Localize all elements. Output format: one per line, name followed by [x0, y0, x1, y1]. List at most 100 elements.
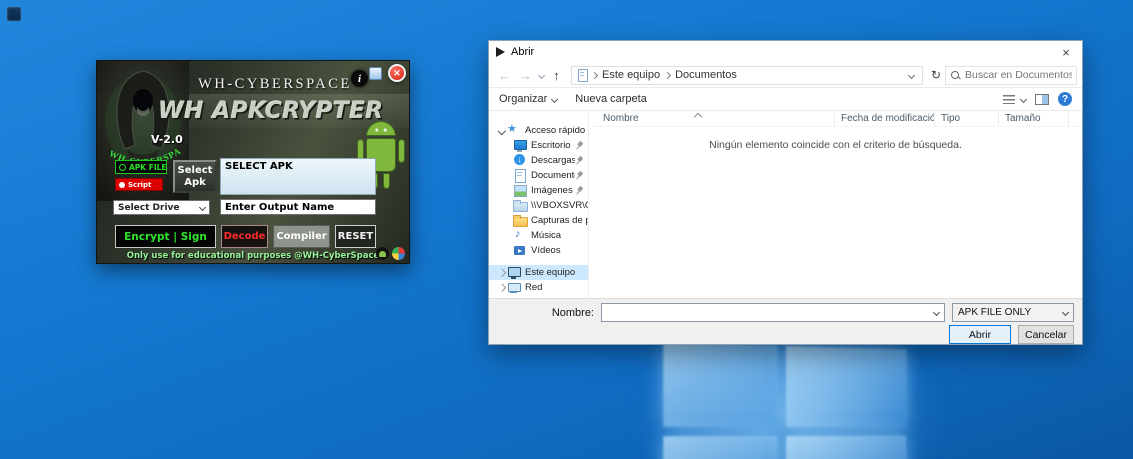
radio-dot-icon [119, 182, 125, 188]
navigation-pane: Acceso rápido Escritorio Descargas Docum… [489, 111, 589, 298]
brand-badge-icon [392, 247, 405, 260]
sidebar-item[interactable]: Escritorio [489, 138, 588, 153]
chevron-down-icon [551, 95, 558, 102]
breadcrumb-separator-icon [663, 73, 672, 78]
search-box[interactable] [945, 66, 1077, 85]
refresh-button[interactable]: ↻ [927, 68, 945, 82]
sidebar-item[interactable]: \\VBOXSVR\Compa [489, 198, 588, 213]
desktop-shortcut-icon[interactable] [7, 7, 21, 21]
filename-input[interactable] [602, 307, 928, 319]
close-icon[interactable]: × [388, 64, 406, 82]
output-name-field[interactable]: Enter Output Name [220, 199, 376, 215]
radio-apk-file[interactable]: APK FILE [115, 160, 167, 174]
drive-select-dropdown[interactable]: Select Drive [113, 200, 210, 215]
sidebar-item-icon [513, 244, 527, 257]
sidebar-item-label: Escritorio [531, 140, 571, 151]
filetype-value: APK FILE ONLY [958, 307, 1057, 318]
sidebar-item[interactable]: Documentos [489, 168, 588, 183]
expander-chevron-icon[interactable] [497, 268, 507, 278]
help-icon[interactable]: ? [1058, 92, 1072, 106]
navigation-bar: ← → ↑ Este equipo Documentos ↻ [489, 63, 1082, 88]
breadcrumb-this-pc[interactable]: Este equipo [599, 69, 663, 81]
address-dropdown-icon[interactable] [904, 73, 918, 78]
filetype-dropdown-icon [1057, 304, 1073, 321]
breadcrumb-documents[interactable]: Documentos [672, 69, 740, 81]
sidebar-item[interactable]: Descargas [489, 153, 588, 168]
sidebar-item[interactable]: Vídeos [489, 243, 588, 258]
encrypt-sign-button[interactable]: Encrypt | Sign [115, 225, 216, 248]
column-header[interactable]: Tipo [935, 111, 999, 126]
search-input[interactable] [965, 69, 1072, 81]
sidebar-item-icon [513, 154, 527, 167]
up-button[interactable]: ↑ [546, 65, 567, 86]
sidebar-item-icon [513, 229, 527, 242]
reset-button[interactable]: RESET [335, 225, 376, 248]
sidebar-item-icon [513, 139, 527, 152]
chevron-down-icon [1020, 95, 1027, 102]
column-header-label: Fecha de modificación [841, 113, 935, 124]
dialog-titlebar[interactable]: Abrir × [489, 41, 1082, 63]
preview-pane-icon[interactable] [1035, 94, 1049, 105]
back-button[interactable]: ← [494, 65, 515, 86]
sidebar-item-label: Música [531, 230, 561, 241]
forward-button[interactable]: → [515, 65, 536, 86]
address-bar[interactable]: Este equipo Documentos [571, 66, 923, 85]
apk-window-title: WH-CYBERSPACE [189, 76, 361, 93]
radio-script-label: Script [128, 181, 151, 189]
view-mode-button[interactable] [1002, 94, 1026, 105]
info-icon[interactable]: i [351, 70, 368, 87]
close-icon[interactable]: × [1050, 41, 1082, 63]
android-arm [398, 139, 405, 163]
cancel-button[interactable]: Cancelar [1018, 325, 1074, 344]
chevron-down-icon [199, 204, 206, 211]
android-badge-icon [376, 247, 389, 260]
sidebar-item[interactable]: Capturas de pantall [489, 213, 588, 228]
sidebar-item[interactable]: Acceso rápido [489, 123, 588, 138]
windows-logo-pane [786, 435, 906, 459]
sidebar-item-icon [507, 281, 521, 294]
expander-chevron-icon[interactable] [497, 283, 507, 293]
filetype-dropdown[interactable]: APK FILE ONLY [952, 303, 1074, 322]
radio-script[interactable]: Script [115, 178, 163, 191]
sidebar-item-icon [507, 266, 521, 279]
apk-path-placeholder: SELECT APK [225, 161, 371, 172]
sidebar-item-label: Imágenes [531, 185, 573, 196]
sidebar-item-label: Acceso rápido [525, 125, 585, 136]
filename-dropdown-icon[interactable] [928, 304, 944, 321]
expander-chevron-icon[interactable] [497, 126, 507, 136]
sidebar-item[interactable]: Este equipo [489, 265, 588, 280]
new-folder-label: Nueva carpeta [575, 93, 647, 105]
sidebar-item-label: \\VBOXSVR\Compa [531, 200, 588, 211]
sidebar-item[interactable]: Imágenes [489, 183, 588, 198]
sidebar-item[interactable]: Música [489, 228, 588, 243]
column-header[interactable]: Nombre [597, 111, 835, 126]
compiler-button[interactable]: Compiler [273, 225, 330, 248]
dialog-app-icon [496, 47, 505, 57]
open-file-dialog: Abrir × ← → ↑ Este equipo Documentos ↻ O… [488, 40, 1083, 345]
version-label: V-2.0 [151, 133, 183, 146]
filename-combobox[interactable] [601, 303, 945, 322]
history-dropdown-icon[interactable] [536, 73, 546, 78]
column-header[interactable]: Fecha de modificación [835, 111, 935, 126]
select-apk-button[interactable]: Select Apk [173, 160, 217, 193]
sidebar-item[interactable]: Red [489, 280, 588, 295]
minimize-icon[interactable] [369, 67, 382, 80]
new-folder-button[interactable]: Nueva carpeta [575, 93, 647, 105]
command-bar: Organizar Nueva carpeta ? [489, 88, 1082, 111]
breadcrumb-separator-icon [590, 73, 599, 78]
decode-button[interactable]: Decode [221, 225, 268, 248]
sidebar-item-label: Capturas de pantall [531, 215, 588, 226]
column-header-row: Nombre Fecha de modificación Tipo Tamaño [589, 111, 1082, 127]
column-header[interactable]: Tamaño [999, 111, 1069, 126]
pin-icon [573, 184, 585, 196]
organize-menu[interactable]: Organizar [499, 93, 557, 105]
apk-crypter-window: WH-CYBERSPACE WH-CYBERSPACE i × WH APKCR… [96, 60, 410, 264]
sidebar-item-icon [513, 184, 527, 197]
sidebar-item-label: Este equipo [525, 267, 575, 278]
sidebar-item-icon [513, 169, 527, 182]
windows-logo-pane [663, 342, 777, 426]
empty-folder-message: Ningún elemento coincide con el criterio… [589, 139, 1082, 151]
open-button[interactable]: Abrir [949, 325, 1011, 344]
apk-path-field[interactable]: SELECT APK [220, 158, 376, 195]
file-list: Nombre Fecha de modificación Tipo Tamaño… [589, 111, 1082, 298]
